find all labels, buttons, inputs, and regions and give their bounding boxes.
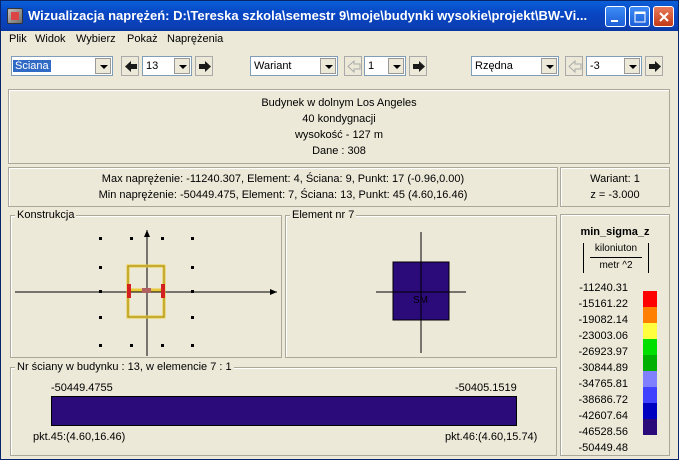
minimize-button[interactable] xyxy=(605,6,626,27)
prev-variant-button[interactable] xyxy=(344,56,362,76)
ordinate-value: -3 xyxy=(590,60,600,72)
legend-value: -19082.14 xyxy=(578,314,628,326)
legend-title: min_sigma_z xyxy=(580,226,650,238)
variant-select[interactable]: Wariant xyxy=(250,56,338,76)
chevron-down-icon[interactable] xyxy=(388,58,404,74)
wall-value-left: -50449.4755 xyxy=(51,382,113,394)
legend-panel: min_sigma_z kiloniuton metr ^2 -11240.31… xyxy=(560,214,670,456)
chevron-down-icon[interactable] xyxy=(541,58,557,74)
prev-wall-button[interactable] xyxy=(121,56,139,76)
variant-number-select[interactable]: 1 xyxy=(364,56,406,76)
arrow-right-icon xyxy=(649,61,661,72)
construction-panel: Konstrukcja xyxy=(10,209,283,359)
ordinate-select-value: Rzędna xyxy=(475,60,513,72)
ordinate-value-select[interactable]: -3 xyxy=(586,56,642,76)
element-panel: Element nr 7 SM xyxy=(285,209,558,359)
chevron-down-icon[interactable] xyxy=(95,58,111,74)
chevron-down-icon[interactable] xyxy=(624,58,640,74)
z-label: z = -3.000 xyxy=(590,189,640,201)
legend-value: -46528.56 xyxy=(578,426,628,438)
building-data: Dane : 308 xyxy=(312,145,366,157)
type-select[interactable]: Ściana xyxy=(11,56,113,76)
wall-stress-bar[interactable] xyxy=(51,396,517,426)
next-wall-button[interactable] xyxy=(195,56,213,76)
wall-number-value: 13 xyxy=(146,60,159,72)
legend-unit: kiloniuton metr ^2 xyxy=(583,243,649,273)
variant-number-value: 1 xyxy=(368,60,375,72)
legend-value: -30844.89 xyxy=(578,362,628,374)
variant-label: Wariant: 1 xyxy=(590,173,640,185)
construction-drawing[interactable] xyxy=(11,216,283,359)
menu-wybierz[interactable]: Wybierz xyxy=(76,33,116,45)
arrow-right-icon xyxy=(199,61,211,72)
legend-swatch xyxy=(643,339,657,355)
toolbar: Ściana 13 Wariant 1 Rzędna -3 xyxy=(2,49,678,85)
legend-value: -11240.31 xyxy=(579,282,628,294)
legend-swatch xyxy=(643,355,657,371)
next-variant-button[interactable] xyxy=(409,56,427,76)
arrow-right-icon xyxy=(413,61,425,72)
wall-number-select[interactable]: 13 xyxy=(142,56,192,76)
chevron-down-icon[interactable] xyxy=(320,58,336,74)
close-button[interactable] xyxy=(653,6,674,27)
legend-unit-top: kiloniuton xyxy=(594,243,638,254)
variant-info-panel: Wariant: 1 z = -3.000 xyxy=(560,167,670,207)
legend-value: -38686.72 xyxy=(578,394,628,406)
prev-ordinate-button[interactable] xyxy=(565,56,583,76)
chevron-down-icon[interactable] xyxy=(174,58,190,74)
legend-value: -42607.64 xyxy=(578,410,628,422)
type-select-value: Ściana xyxy=(13,60,51,72)
legend-swatch xyxy=(643,307,657,323)
legend-swatch xyxy=(643,403,657,419)
arrow-left-icon xyxy=(347,60,361,73)
window-title: Wizualizacja naprężeń: D:\Tereska szkola… xyxy=(28,8,588,23)
ordinate-select[interactable]: Rzędna xyxy=(471,56,559,76)
variant-select-value: Wariant xyxy=(254,60,292,72)
app-icon[interactable] xyxy=(7,8,23,24)
building-height: wysokość - 127 m xyxy=(294,129,384,141)
stress-summary-panel: Max naprężenie: -11240.307, Element: 4, … xyxy=(8,167,558,207)
minimize-icon xyxy=(611,20,618,22)
element-center-label: SM xyxy=(413,295,428,306)
maximize-button[interactable] xyxy=(629,6,650,27)
legend-value: -26923.97 xyxy=(578,346,628,358)
legend-swatch xyxy=(643,387,657,403)
legend-value: -34765.81 xyxy=(578,378,628,390)
min-stress-line: Min naprężenie: -50449.475, Element: 7, … xyxy=(98,189,468,201)
close-icon xyxy=(659,12,669,22)
legend-value: -50449.48 xyxy=(578,442,628,454)
wall-label: Nr ściany w budynku : 13, w elemencie 7 … xyxy=(15,361,234,373)
wall-value-right: -50405.1519 xyxy=(455,382,517,394)
wall-point-right: pkt.46:(4.60,15.74) xyxy=(445,431,538,443)
element-drawing[interactable] xyxy=(286,216,558,359)
arrow-left-icon xyxy=(125,61,137,72)
building-name: Budynek w dolnym Los Angeles xyxy=(261,97,417,109)
maximize-icon xyxy=(634,11,646,23)
building-floors: 40 kondygnacji xyxy=(302,113,376,125)
menu-pokaz[interactable]: Pokaż xyxy=(127,33,158,45)
legend-swatch xyxy=(643,323,657,339)
wall-panel: Nr ściany w budynku : 13, w elemencie 7 … xyxy=(10,361,557,456)
menu-naprezenia[interactable]: Naprężenia xyxy=(167,33,223,45)
menu-plik[interactable]: Plik xyxy=(9,33,27,45)
legend-swatch xyxy=(643,371,657,387)
arrow-left-icon xyxy=(568,60,582,73)
menu-widok[interactable]: Widok xyxy=(35,33,66,45)
next-ordinate-button[interactable] xyxy=(645,56,663,76)
legend-swatch xyxy=(643,291,657,307)
legend-value: -15161.22 xyxy=(578,298,628,310)
title-bar[interactable]: Wizualizacja naprężeń: D:\Tereska szkola… xyxy=(1,1,678,31)
building-info-panel: Budynek w dolnym Los Angeles 40 kondygna… xyxy=(8,89,670,164)
menu-bar: Plik Widok Wybierz Pokaż Naprężenia xyxy=(2,31,678,49)
legend-swatch xyxy=(643,419,657,435)
wall-point-left: pkt.45:(4.60,16.46) xyxy=(33,431,126,443)
legend-value: -23003.06 xyxy=(578,330,628,342)
main-window: Wizualizacja naprężeń: D:\Tereska szkola… xyxy=(0,0,679,460)
max-stress-line: Max naprężenie: -11240.307, Element: 4, … xyxy=(101,173,465,185)
legend-unit-bottom: metr ^2 xyxy=(599,260,633,271)
